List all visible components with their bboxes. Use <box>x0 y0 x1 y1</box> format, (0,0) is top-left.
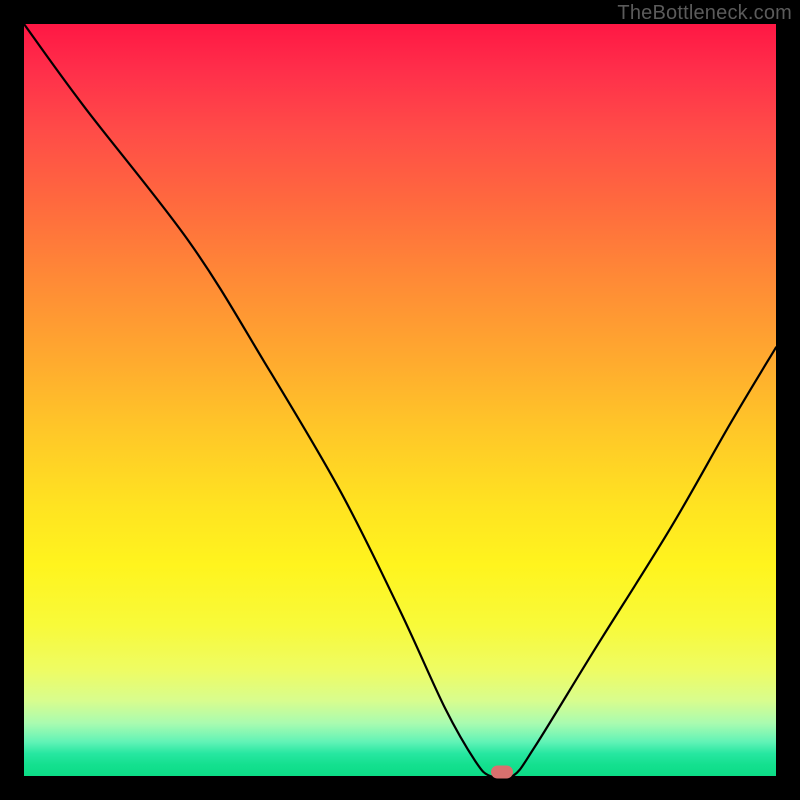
bottleneck-curve <box>24 24 776 776</box>
chart-frame: TheBottleneck.com <box>0 0 800 800</box>
curve-path <box>24 24 776 776</box>
optimum-marker <box>491 766 513 779</box>
plot-area <box>24 24 776 776</box>
watermark-text: TheBottleneck.com <box>617 2 792 25</box>
